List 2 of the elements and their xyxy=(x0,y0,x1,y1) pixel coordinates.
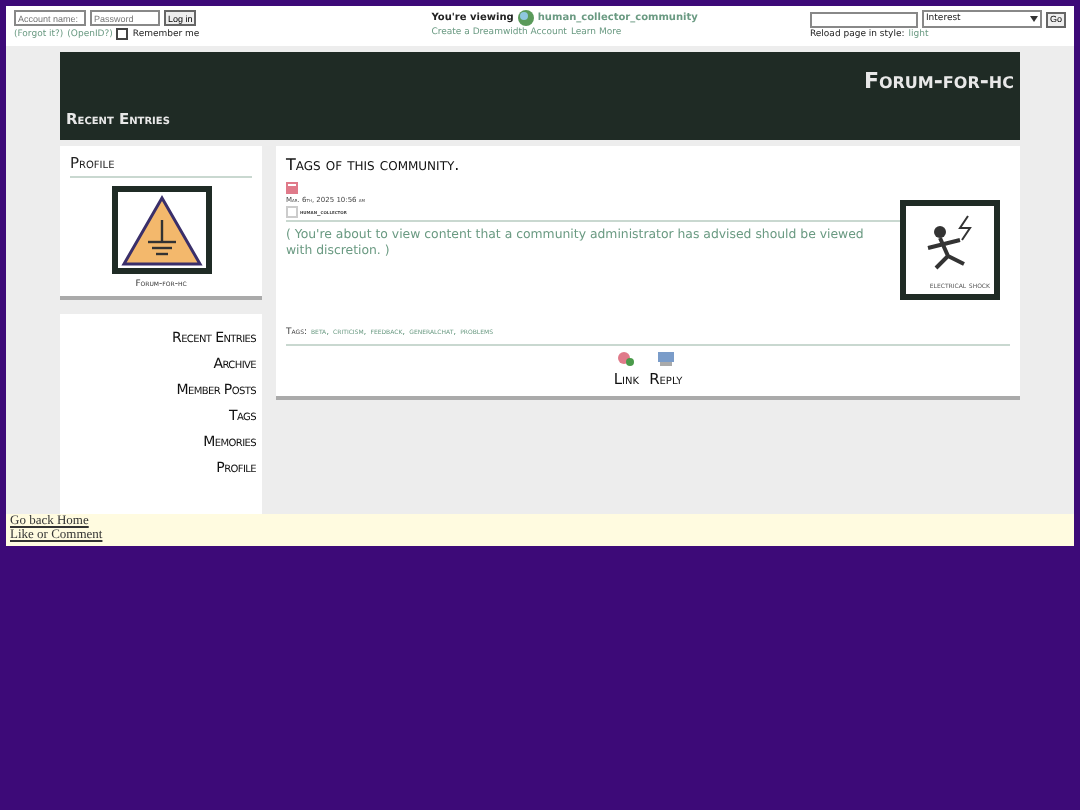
site-title: Forum-for-hc xyxy=(861,66,1016,94)
entry-title: Tags of this community. xyxy=(286,156,462,174)
